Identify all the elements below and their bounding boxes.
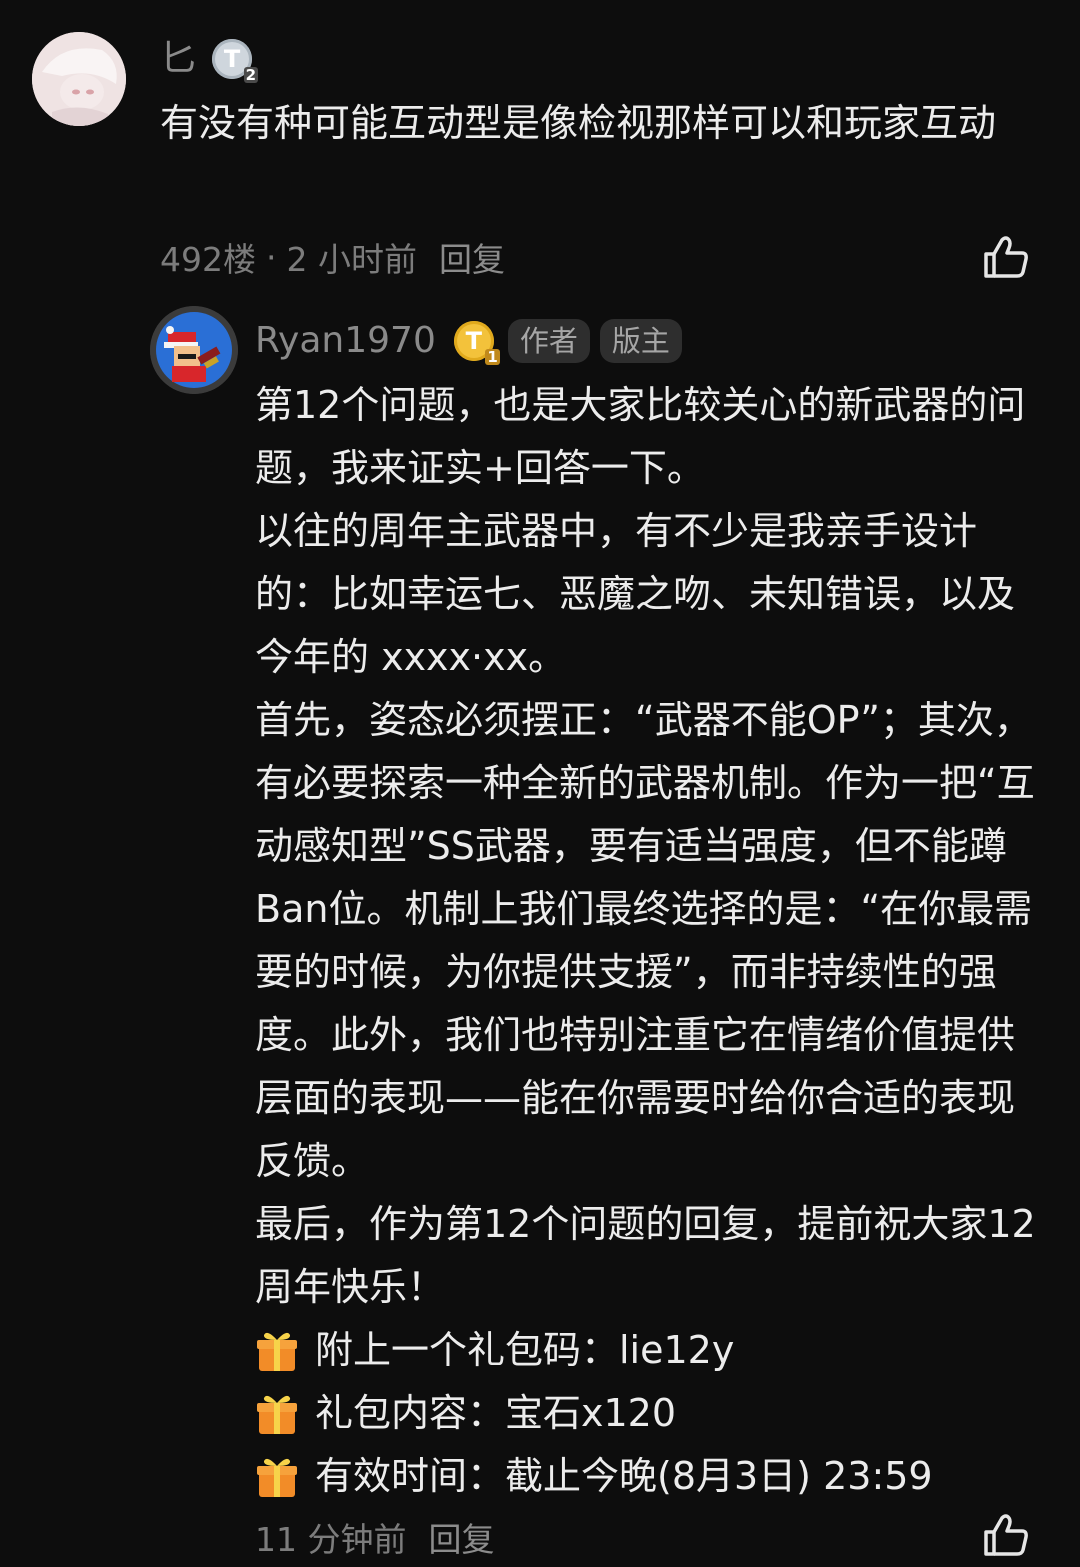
gift-code-text[interactable]: 附上一个礼包码：lie12y xyxy=(315,1319,734,1382)
reply-user-row: Ryan1970 T 1 作者 版主 xyxy=(255,316,682,366)
comment-meta: 492楼 · 2 小时前 回复 xyxy=(160,234,505,280)
gift-code-line: 附上一个礼包码：lie12y xyxy=(255,1319,1045,1382)
floor-number: 492楼 xyxy=(160,240,256,279)
like-button[interactable] xyxy=(982,234,1030,280)
meta-separator: · xyxy=(266,237,277,277)
gift-icon xyxy=(257,1458,297,1497)
level-badge-number: 1 xyxy=(485,348,500,366)
comment-time: 2 小时前 xyxy=(286,240,418,279)
gift-icon xyxy=(257,1395,297,1434)
comment-text: 有没有种可能互动型是像检视那样可以和玩家互动 xyxy=(160,101,997,145)
username[interactable]: 匕 xyxy=(160,36,196,82)
avatar-image xyxy=(150,306,238,394)
reply-paragraph: 第12个问题，也是大家比较关心的新武器的问题，我来证实+回答一下。 xyxy=(255,383,1026,490)
level-badge-number: 2 xyxy=(243,66,259,84)
level-badge-letter: T xyxy=(223,45,241,73)
reply-paragraph: 最后，作为第12个问题的回复，提前祝大家12周年快乐！ xyxy=(255,1202,1036,1309)
level-badge-icon: T 1 xyxy=(453,321,500,365)
reply-button[interactable]: 回复 xyxy=(439,233,505,281)
gift-expiry-line: 有效时间：截止今晚(8月3日) 23:59 xyxy=(255,1445,1045,1508)
reply-avatar[interactable] xyxy=(150,306,238,394)
reply-meta: 11 分钟前 回复 xyxy=(255,1514,494,1560)
reply-paragraph: 以往的周年主武器中，有不少是我亲手设计的：比如幸运七、恶魔之吻、未知错误，以及今… xyxy=(255,509,1016,679)
comment-item: 匕 T 2 有没有种可能互动型是像检视那样可以和玩家互动 492楼 · 2 小时… xyxy=(0,0,1080,300)
thumbs-up-icon xyxy=(984,236,1028,278)
level-badge-letter: T xyxy=(465,327,483,355)
username[interactable]: Ryan1970 xyxy=(255,318,436,364)
reply-time: 11 分钟前 xyxy=(255,1520,407,1559)
thumbs-up-icon xyxy=(984,1514,1028,1556)
like-button[interactable] xyxy=(982,1512,1030,1558)
gift-icon xyxy=(257,1332,297,1371)
level-badge-icon: T 2 xyxy=(212,39,259,83)
reply-text: 第12个问题，也是大家比较关心的新武器的问题，我来证实+回答一下。 以往的周年主… xyxy=(255,374,1045,1508)
avatar-image xyxy=(32,32,126,126)
gift-expiry-text: 有效时间：截止今晚(8月3日) 23:59 xyxy=(315,1454,933,1498)
gift-content-line: 礼包内容：宝石x120 xyxy=(255,1382,1045,1445)
reply-paragraph: 首先，姿态必须摆正：“武器不能OP”；其次，有必要探索一种全新的武器机制。作为一… xyxy=(255,698,1035,1183)
avatar[interactable] xyxy=(32,32,126,126)
reply-button[interactable]: 回复 xyxy=(428,1513,494,1561)
gift-content-text: 礼包内容：宝石x120 xyxy=(315,1391,677,1435)
author-tag: 作者 xyxy=(507,319,590,363)
comment-user-row: 匕 T 2 xyxy=(160,36,259,83)
moderator-tag: 版主 xyxy=(599,319,682,363)
